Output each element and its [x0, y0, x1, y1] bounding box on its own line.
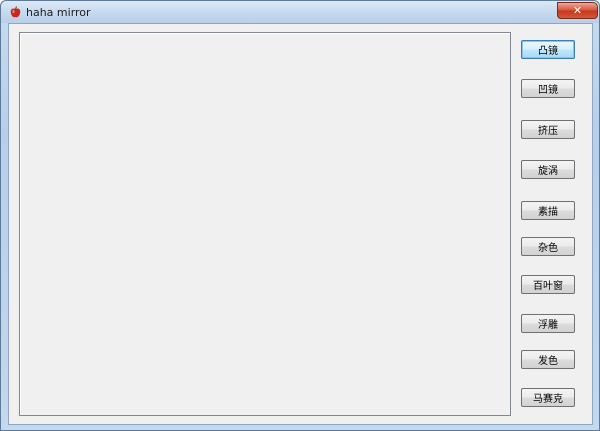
swirl-button[interactable]: 旋涡 — [521, 160, 575, 179]
close-icon: ✕ — [572, 4, 583, 17]
noise-button[interactable]: 杂色 — [521, 237, 575, 256]
image-display-panel[interactable] — [19, 32, 511, 416]
squeeze-button[interactable]: 挤压 — [521, 120, 575, 139]
blinds-button[interactable]: 百叶窗 — [521, 275, 575, 294]
sketch-button[interactable]: 素描 — [521, 201, 575, 220]
title-bar[interactable]: haha mirror ✕ — [1, 1, 599, 23]
emboss-button[interactable]: 浮雕 — [521, 314, 575, 333]
color-tint-button[interactable]: 发色 — [521, 350, 575, 369]
red-apple-icon — [10, 6, 21, 18]
app-window: haha mirror ✕ 凸镜 凹镜 挤压 旋涡 素描 杂色 百叶窗 浮雕 发… — [0, 0, 600, 431]
convex-mirror-button[interactable]: 凸镜 — [521, 40, 575, 59]
concave-mirror-button[interactable]: 凹镜 — [521, 79, 575, 98]
mosaic-button[interactable]: 马赛克 — [521, 388, 575, 407]
client-area: 凸镜 凹镜 挤压 旋涡 素描 杂色 百叶窗 浮雕 发色 马赛克 — [8, 23, 593, 425]
window-title: haha mirror — [26, 6, 91, 19]
close-button[interactable]: ✕ — [557, 2, 598, 19]
